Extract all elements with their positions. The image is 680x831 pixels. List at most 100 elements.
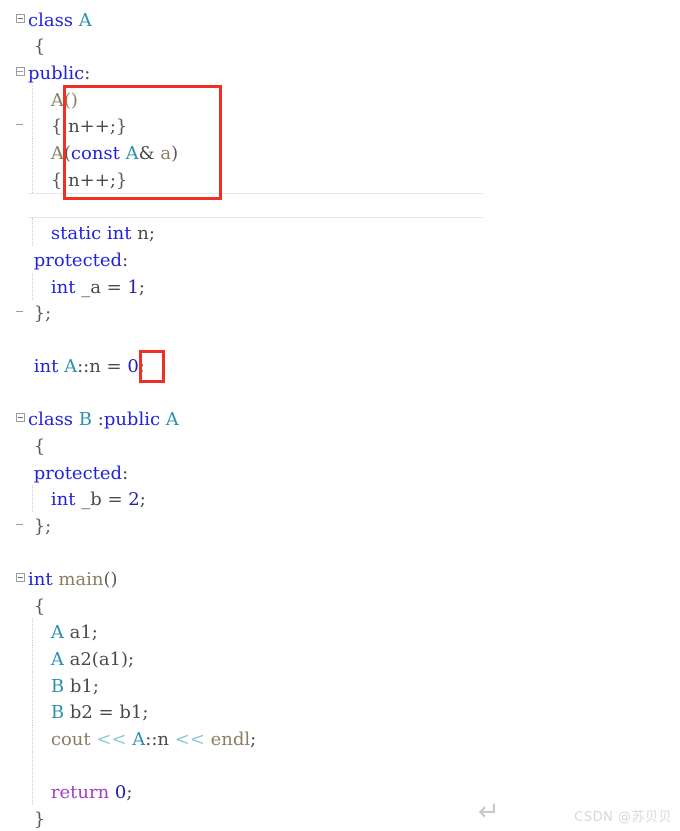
code-token-kw: public xyxy=(103,409,161,430)
code-token-plain: ; xyxy=(126,782,133,803)
code-token-kw: int xyxy=(106,223,132,244)
code-line[interactable]: A a2(a1); xyxy=(28,649,134,671)
code-token-type: A xyxy=(64,356,78,377)
csdn-watermark: CSDN @苏贝贝 xyxy=(574,810,672,825)
code-token-name: main xyxy=(58,569,104,590)
code-token-num: 0 xyxy=(114,782,127,803)
code-token-plain: n xyxy=(137,223,149,244)
fold-region-dash xyxy=(16,124,23,125)
code-line[interactable]: }; xyxy=(28,303,52,325)
code-token-kw: static xyxy=(50,223,102,244)
code-token-type: A xyxy=(165,409,179,430)
code-line[interactable]: { xyxy=(28,36,45,58)
code-token-num: 1 xyxy=(127,277,139,298)
code-line[interactable]: class B :public A xyxy=(28,409,179,431)
code-token-brace: () xyxy=(103,569,118,590)
code-token-kw: int xyxy=(50,489,76,510)
code-editor-canvas[interactable]: class A {public: A() { n++;} A(const A& … xyxy=(0,0,680,831)
code-line[interactable]: B b1; xyxy=(28,676,99,698)
code-token-plain: ; xyxy=(138,277,145,298)
code-token-plain: : xyxy=(122,463,129,484)
code-line[interactable]: int _a = 1; xyxy=(28,277,145,299)
code-token-type: A xyxy=(132,729,146,750)
code-token-brace: }; xyxy=(28,303,52,324)
code-token-plain: : xyxy=(122,250,129,271)
code-token-kw: class xyxy=(28,409,74,430)
code-token-plain: a1; xyxy=(63,622,98,643)
code-token-kw: int xyxy=(50,277,76,298)
code-line[interactable]: public: xyxy=(28,63,90,85)
code-token-type: A xyxy=(50,622,64,643)
code-token-plain: b2 = b1; xyxy=(64,702,149,723)
fold-toggle-icon[interactable] xyxy=(16,573,25,582)
code-token-plain: : xyxy=(84,63,91,84)
code-line[interactable]: protected: xyxy=(28,463,128,485)
code-line[interactable]: return 0; xyxy=(28,782,133,804)
code-line[interactable]: cout << A::n << endl; xyxy=(28,729,256,751)
code-token-op: << xyxy=(174,729,205,750)
code-token-kw: protected xyxy=(33,463,123,484)
code-line[interactable]: } xyxy=(28,809,45,831)
code-token-plain: : xyxy=(92,409,104,430)
code-line[interactable]: A a1; xyxy=(28,622,98,644)
code-token-kw: protected xyxy=(33,250,123,271)
fold-toggle-icon[interactable] xyxy=(16,14,25,23)
code-token-plain: _b = xyxy=(75,489,129,510)
code-line[interactable]: static int n; xyxy=(28,223,155,245)
code-token-plain: a2(a1); xyxy=(63,649,135,670)
code-line[interactable]: { xyxy=(28,596,45,618)
code-line[interactable]: int _b = 2; xyxy=(28,489,146,511)
code-token-plain: _a = xyxy=(75,277,128,298)
code-line[interactable]: B b2 = b1; xyxy=(28,702,149,724)
code-token-brace: } xyxy=(28,809,46,830)
code-token-name: cout xyxy=(50,729,91,750)
code-token-plain: ; xyxy=(250,729,257,750)
code-token-kw: int xyxy=(33,356,59,377)
code-line[interactable]: int main() xyxy=(28,569,118,591)
code-token-plain: ; xyxy=(148,223,155,244)
carriage-return-icon: ↵ xyxy=(478,797,500,827)
code-token-name: endl xyxy=(210,729,251,750)
code-token-plain: ::n = xyxy=(77,356,128,377)
static-init-value-highlight xyxy=(139,350,165,383)
code-token-type: A xyxy=(50,649,64,670)
code-token-brace: { xyxy=(28,596,46,617)
code-token-type: A xyxy=(78,10,92,31)
code-token-num: 2 xyxy=(128,489,140,510)
code-token-type: B xyxy=(50,676,65,697)
code-token-name: A xyxy=(28,143,64,164)
fold-region-dash xyxy=(16,311,23,312)
fold-toggle-icon[interactable] xyxy=(16,413,25,422)
code-line[interactable]: int A::n = 0; xyxy=(28,356,145,378)
code-line[interactable]: protected: xyxy=(28,250,128,272)
code-line[interactable]: class A xyxy=(28,10,92,32)
code-token-brace: { xyxy=(28,436,46,457)
code-token-type: B xyxy=(50,702,65,723)
constructor-block-highlight xyxy=(63,85,222,200)
code-token-brace: { xyxy=(28,36,46,57)
fold-region-dash xyxy=(16,71,23,72)
code-token-kw: public xyxy=(28,63,85,84)
fold-region-dash xyxy=(16,524,23,525)
code-token-kw: class xyxy=(28,10,74,31)
code-token-plain: ; xyxy=(139,489,146,510)
code-token-type: B xyxy=(78,409,93,430)
code-token-kw: int xyxy=(28,569,53,590)
code-token-ret: return xyxy=(50,782,110,803)
code-token-num: 0 xyxy=(127,356,139,377)
code-token-plain: b1; xyxy=(64,676,99,697)
code-line[interactable]: { xyxy=(28,436,45,458)
code-token-plain: ::n xyxy=(145,729,175,750)
code-line[interactable]: }; xyxy=(28,516,52,538)
code-token-brace: }; xyxy=(28,516,52,537)
indent-guide xyxy=(32,752,33,779)
